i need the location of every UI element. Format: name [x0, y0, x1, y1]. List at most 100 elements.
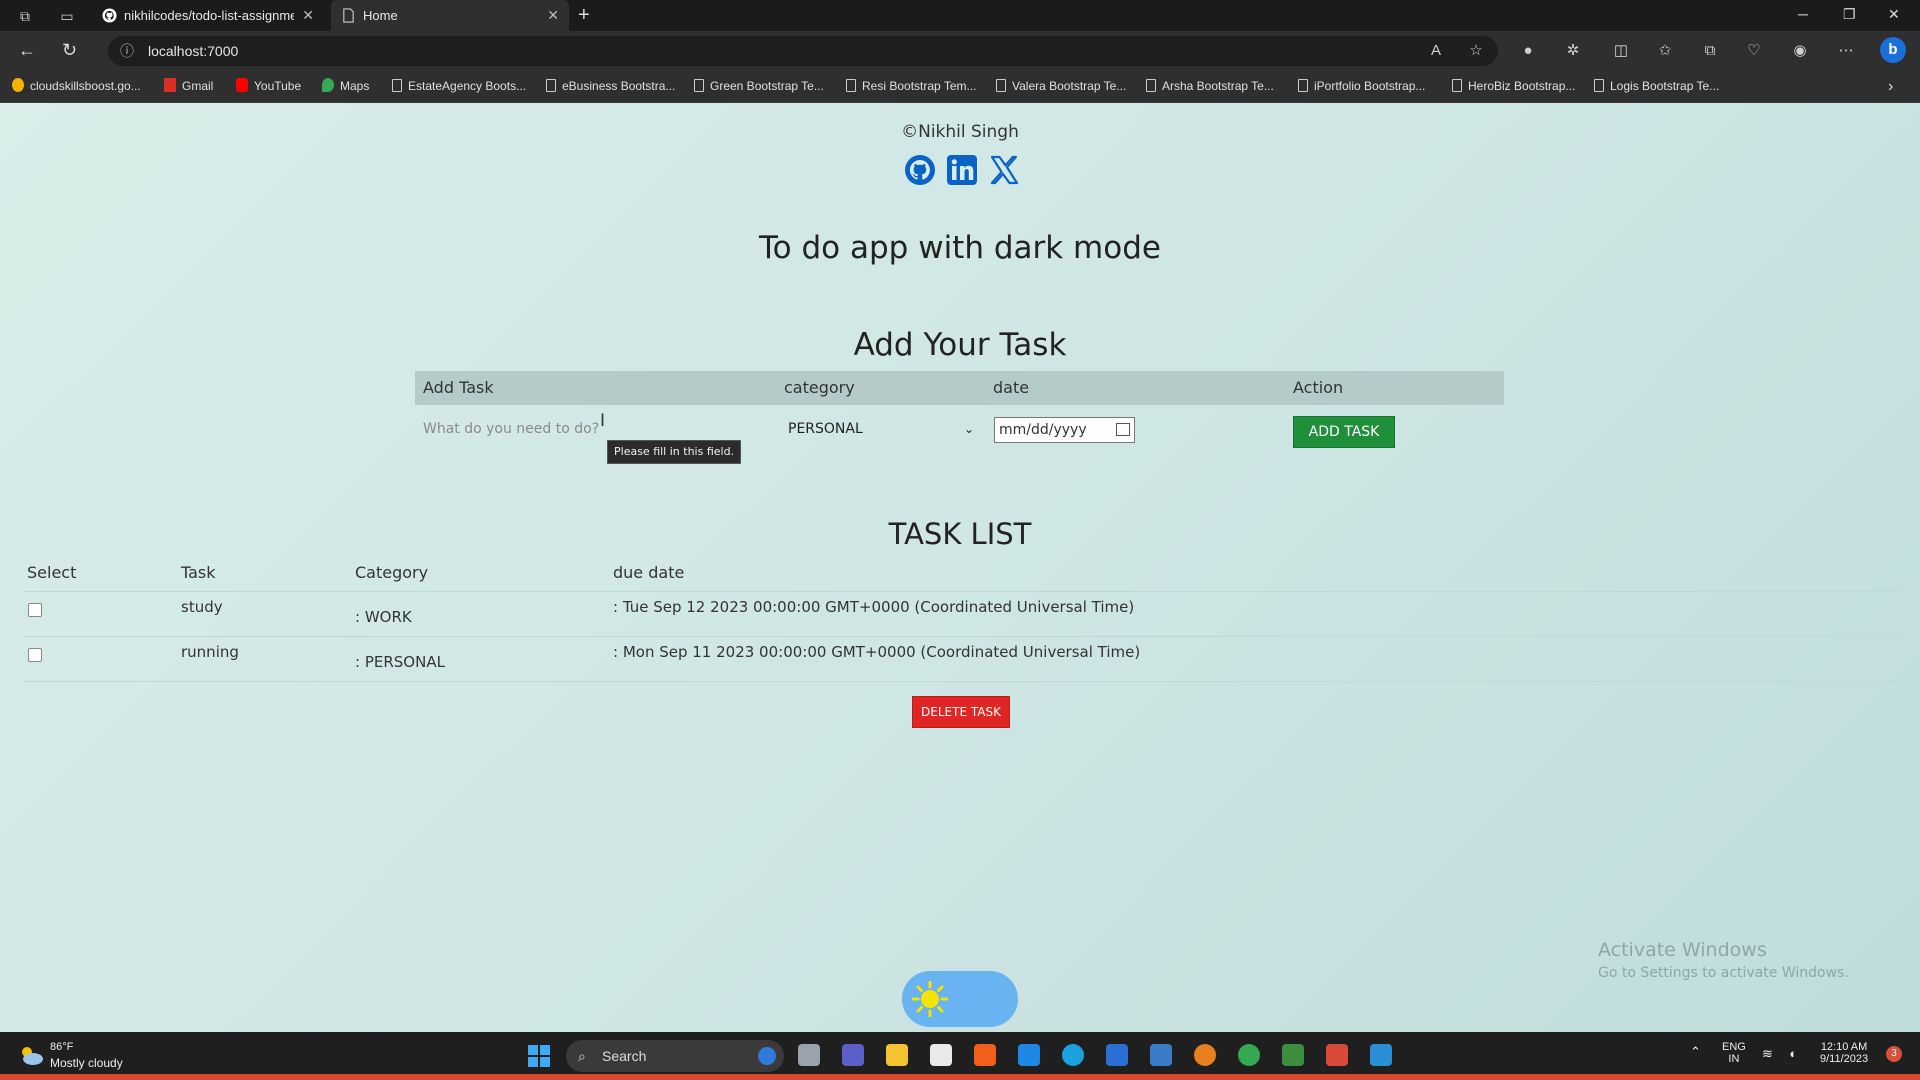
- calendar-icon[interactable]: [1116, 423, 1130, 436]
- table-row: running : PERSONAL : Mon Sep 11 2023 00:…: [24, 637, 1900, 682]
- cloudy-weather-icon[interactable]: [18, 1044, 44, 1066]
- collections-icon[interactable]: ⧉: [1700, 41, 1720, 61]
- bookmarks-bar: cloudskillsboost.go... Gmail YouTube Map…: [0, 71, 1920, 103]
- activate-windows-watermark: Activate Windows Go to Settings to activ…: [1598, 939, 1849, 981]
- linkedin-icon[interactable]: [946, 154, 978, 186]
- tab-home[interactable]: Home ✕: [331, 0, 569, 31]
- header-action: Action: [1293, 378, 1344, 397]
- app-window-icon[interactable]: [1150, 1044, 1172, 1066]
- bookmark-item[interactable]: Gmail: [164, 71, 213, 102]
- bookmark-item[interactable]: eBusiness Bootstra...: [546, 71, 675, 102]
- teams-chat-icon[interactable]: [842, 1044, 864, 1066]
- favorite-star-icon[interactable]: ☆: [1466, 41, 1486, 61]
- task-name: running: [181, 643, 239, 661]
- header-category: category: [784, 378, 855, 397]
- site-info-icon[interactable]: ⓘ: [120, 36, 134, 66]
- restore-icon[interactable]: ❐: [1843, 6, 1856, 23]
- refresh-icon[interactable]: ↻: [62, 40, 77, 61]
- split-screen-icon[interactable]: ◫: [1611, 41, 1631, 61]
- new-tab-icon[interactable]: +: [578, 4, 590, 27]
- clock[interactable]: 12:10 AM 9/11/2023: [1820, 1041, 1868, 1065]
- task-category: : WORK: [355, 608, 412, 626]
- chrome-icon[interactable]: [1238, 1044, 1260, 1066]
- back-icon[interactable]: ←: [18, 40, 36, 61]
- minimize-icon[interactable]: ─: [1798, 6, 1808, 22]
- page-icon: [392, 79, 402, 92]
- maps-icon: [322, 78, 334, 92]
- bookmark-item[interactable]: Arsha Bootstrap Te...: [1146, 71, 1274, 102]
- close-window-icon[interactable]: ✕: [1888, 6, 1900, 23]
- page-icon: [694, 79, 704, 92]
- office-app-icon[interactable]: [1326, 1044, 1348, 1066]
- microsoft-store-icon[interactable]: [930, 1044, 952, 1066]
- bookmark-item[interactable]: Valera Bootstrap Te...: [996, 71, 1126, 102]
- copyright-text: ©Nikhil Singh: [901, 122, 1019, 142]
- header-task: Task: [181, 563, 216, 582]
- add-task-form-header: Add Task category date Action: [415, 371, 1504, 405]
- profile-icon[interactable]: ◉: [1790, 41, 1810, 61]
- bookmark-item[interactable]: YouTube: [236, 71, 301, 102]
- bookmark-item[interactable]: Green Bootstrap Te...: [694, 71, 824, 102]
- select-checkbox[interactable]: [28, 648, 42, 662]
- weather-temperature: 86°F: [50, 1041, 74, 1053]
- blender-icon[interactable]: [1194, 1044, 1216, 1066]
- url-field[interactable]: ⓘ localhost:7000: [108, 36, 1498, 66]
- favorites-icon[interactable]: ✩: [1655, 41, 1675, 61]
- workspaces-icon[interactable]: ⧉: [16, 7, 34, 25]
- select-checkbox[interactable]: [28, 603, 42, 617]
- date-input[interactable]: mm/dd/yyyy: [994, 417, 1135, 443]
- edge-browser-icon[interactable]: [1062, 1044, 1084, 1066]
- read-aloud-icon[interactable]: A: [1426, 41, 1446, 61]
- language-top: ENG: [1722, 1041, 1746, 1053]
- dark-mode-toggle[interactable]: [902, 971, 1018, 1027]
- wifi-icon[interactable]: ≋: [1762, 1046, 1773, 1062]
- page-icon: [1452, 79, 1462, 92]
- browser-essentials-icon[interactable]: ♡: [1744, 41, 1764, 61]
- watermark-title: Activate Windows: [1598, 939, 1767, 961]
- taskbar-search[interactable]: ⌕ Search: [566, 1040, 784, 1072]
- mail-icon[interactable]: [1018, 1044, 1040, 1066]
- header-category: Category: [355, 563, 429, 582]
- more-bookmarks-icon[interactable]: ›: [1888, 71, 1893, 102]
- header-add-task: Add Task: [423, 378, 494, 397]
- brave-browser-icon[interactable]: [974, 1044, 996, 1066]
- vscode-icon[interactable]: [1370, 1044, 1392, 1066]
- volume-icon[interactable]: ◖: [1788, 1046, 1796, 1061]
- windows-start-icon[interactable]: [528, 1045, 550, 1067]
- browser-tab-bar: ⧉ ▭ nikhilcodes/todo-list-assignme ✕ Hom…: [0, 0, 1920, 31]
- bing-app-icon[interactable]: [1106, 1044, 1128, 1066]
- add-task-button[interactable]: ADD TASK: [1293, 416, 1395, 448]
- close-tab-icon[interactable]: ✕: [302, 0, 314, 31]
- close-tab-icon[interactable]: ✕: [547, 0, 559, 31]
- show-hidden-icons-icon[interactable]: ⌃: [1690, 1044, 1701, 1060]
- category-select[interactable]: PERSONAL ⌄: [782, 416, 982, 442]
- task-list-heading: TASK LIST: [888, 517, 1032, 551]
- bookmark-item[interactable]: Maps: [322, 71, 369, 102]
- tab-github[interactable]: nikhilcodes/todo-list-assignme ✕: [92, 0, 324, 31]
- bookmark-item[interactable]: EstateAgency Boots...: [392, 71, 526, 102]
- header-due-date: due date: [613, 563, 685, 582]
- page-icon: [1298, 79, 1308, 92]
- bookmark-item[interactable]: cloudskillsboost.go...: [12, 71, 141, 102]
- bookmark-item[interactable]: Logis Bootstrap Te...: [1594, 71, 1719, 102]
- file-explorer-icon[interactable]: [886, 1044, 908, 1066]
- bookmark-item[interactable]: iPortfolio Bootstrap...: [1298, 71, 1425, 102]
- language-indicator[interactable]: ENG IN: [1722, 1041, 1746, 1065]
- github-icon[interactable]: [904, 154, 936, 186]
- bing-icon: [758, 1047, 776, 1065]
- youtube-icon: [236, 78, 248, 92]
- extension-icon[interactable]: ●: [1518, 41, 1538, 61]
- bookmark-item[interactable]: HeroBiz Bootstrap...: [1452, 71, 1575, 102]
- extensions-puzzle-icon[interactable]: ✲: [1563, 41, 1583, 61]
- bookmark-item[interactable]: Resi Bootstrap Tem...: [846, 71, 977, 102]
- notification-badge[interactable]: 3: [1886, 1046, 1902, 1062]
- delete-task-button[interactable]: DELETE TASK: [912, 696, 1010, 728]
- table-row: study : WORK : Tue Sep 12 2023 00:00:00 …: [24, 592, 1900, 637]
- more-menu-icon[interactable]: ⋯: [1836, 41, 1856, 61]
- tab-actions-icon[interactable]: ▭: [58, 7, 76, 25]
- x-twitter-icon[interactable]: [988, 154, 1020, 186]
- task-view-icon[interactable]: [798, 1044, 820, 1066]
- copilot-icon[interactable]: b: [1880, 37, 1906, 63]
- github-icon: [102, 8, 117, 23]
- terminal-app-icon[interactable]: [1282, 1044, 1304, 1066]
